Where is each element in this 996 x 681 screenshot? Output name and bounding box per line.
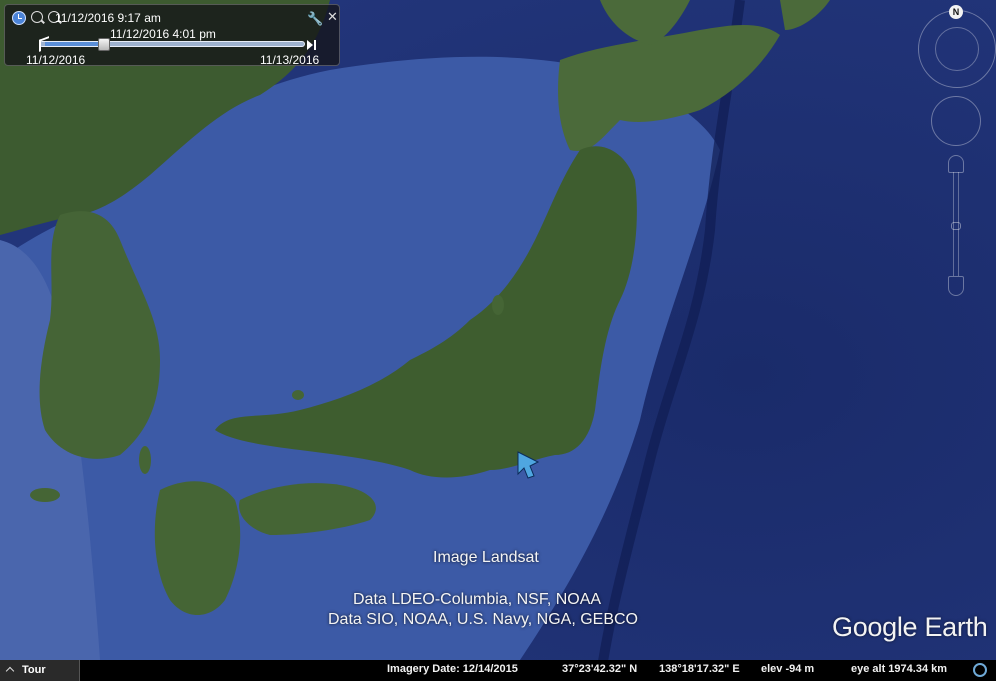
tsushima-island xyxy=(139,446,151,474)
time-start-label: 11/12/2016 9:17 am xyxy=(55,11,161,25)
close-icon[interactable]: ✕ xyxy=(327,9,338,25)
tour-guide-label: Tour Guide xyxy=(22,664,46,676)
imagery-credit: Image Landsat xyxy=(433,549,539,566)
streaming-status-icon xyxy=(973,663,987,677)
sado-island xyxy=(492,295,504,315)
north-compass-icon[interactable]: N xyxy=(949,5,963,19)
time-slider-panel: 11/12/2016 9:17 am 🔧 ✕ 11/12/2016 4:01 p… xyxy=(4,4,340,67)
data-credit-2: Data SIO, NOAA, U.S. Navy, NGA, GEBCO xyxy=(328,611,638,628)
range-start-date: 11/12/2016 xyxy=(26,53,86,67)
move-joystick-control[interactable] xyxy=(931,96,981,146)
play-icon[interactable] xyxy=(307,40,313,50)
chevron-up-icon xyxy=(5,666,15,676)
zoom-slider-thumb[interactable] xyxy=(951,222,961,230)
time-end-label: 11/12/2016 4:01 pm xyxy=(110,27,216,41)
data-credit-1: Data LDEO-Columbia, NSF, NOAA xyxy=(353,591,602,608)
zoom-in-button[interactable] xyxy=(948,155,964,173)
time-slider-range xyxy=(45,42,103,46)
longitude-readout: 138°18'17.32" E xyxy=(659,663,740,675)
jeju-island xyxy=(30,488,60,502)
latitude-readout: 37°23'42.32" N xyxy=(562,663,638,675)
tour-guide-button[interactable]: Tour Guide xyxy=(0,660,80,681)
zoom-out-button[interactable] xyxy=(948,276,964,296)
clock-icon[interactable] xyxy=(12,11,26,25)
eye-altitude-readout: eye alt 1974.34 km xyxy=(851,663,948,675)
oki-island xyxy=(292,390,304,400)
elevation-readout: elev -94 m xyxy=(761,663,815,675)
zoom-out-icon[interactable] xyxy=(31,11,43,23)
play-end-bar xyxy=(314,40,316,50)
time-range-start-handle[interactable] xyxy=(39,36,49,52)
time-slider-thumb[interactable] xyxy=(98,38,110,51)
earth-map-view[interactable] xyxy=(0,0,996,681)
kyushu-island xyxy=(154,481,241,615)
wrench-icon[interactable]: 🔧 xyxy=(307,11,323,27)
google-earth-logo: Google Earth xyxy=(832,612,988,642)
range-end-date: 11/13/2016 xyxy=(260,53,320,67)
imagery-date: Imagery Date: 12/14/2015 xyxy=(387,663,518,675)
look-joystick[interactable] xyxy=(935,27,979,71)
